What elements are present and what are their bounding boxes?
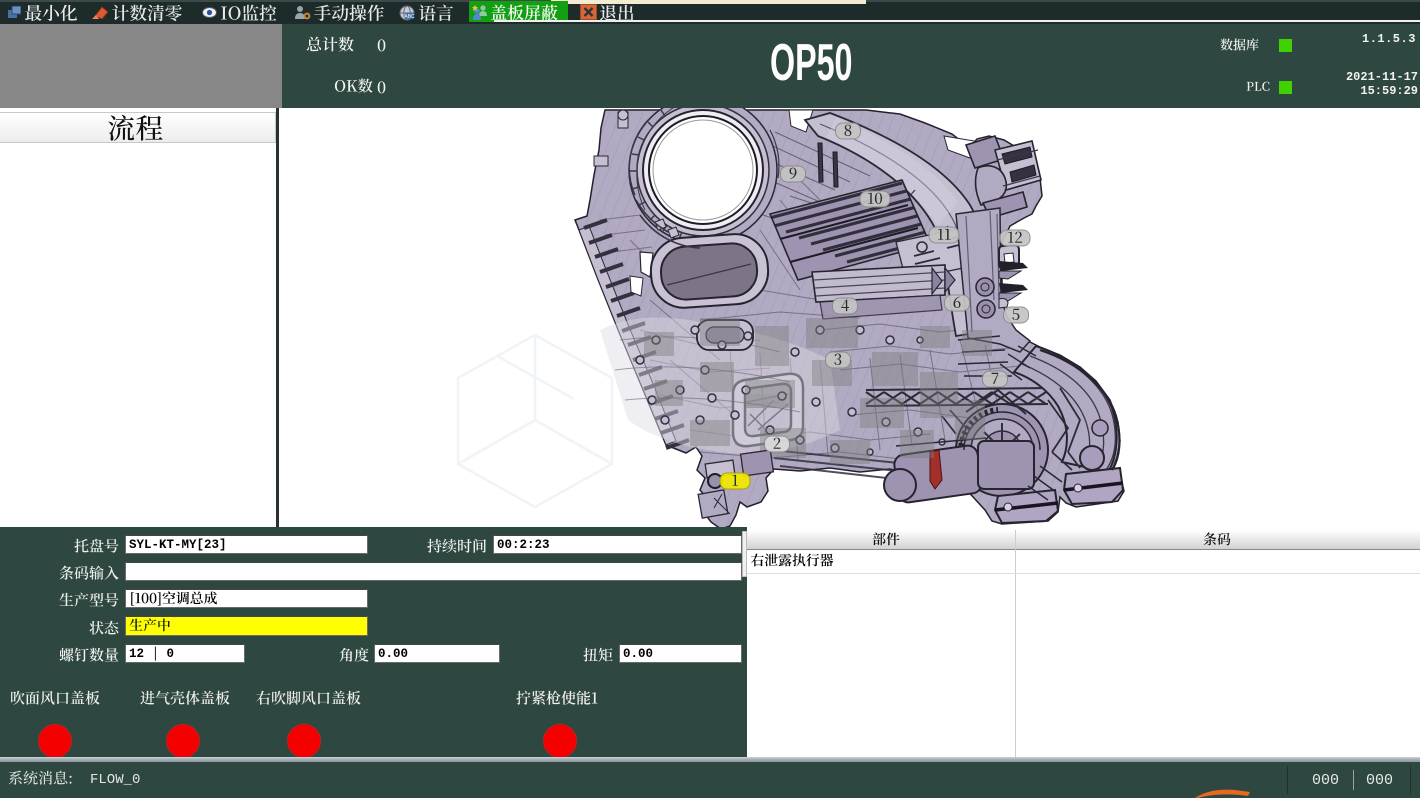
svg-text:ABC: ABC	[404, 14, 415, 20]
